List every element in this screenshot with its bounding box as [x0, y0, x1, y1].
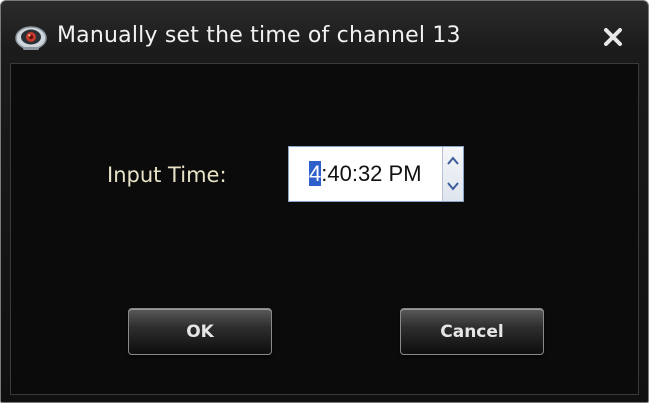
chevron-down-icon[interactable] [443, 174, 463, 201]
time-value[interactable]: 4:40:32 PM [309, 161, 441, 187]
title-bar[interactable]: Manually set the time of channel 13 [1, 1, 648, 61]
cancel-button[interactable]: Cancel [400, 308, 544, 355]
webcam-icon [15, 26, 47, 50]
close-icon[interactable] [599, 23, 627, 51]
time-hour-segment[interactable]: 4 [309, 161, 322, 186]
time-input[interactable]: 4:40:32 PM [288, 146, 464, 202]
chevron-up-icon[interactable] [443, 147, 463, 174]
set-time-dialog: Manually set the time of channel 13 Inpu… [0, 0, 649, 403]
dialog-content: Input Time: 4:40:32 PM OK Cancel [10, 63, 639, 395]
dialog-title: Manually set the time of channel 13 [57, 23, 461, 48]
ok-button[interactable]: OK [128, 308, 272, 355]
time-rest-segment[interactable]: :40:32 PM [321, 161, 421, 186]
time-spinner [442, 147, 463, 201]
input-time-label: Input Time: [107, 163, 227, 187]
